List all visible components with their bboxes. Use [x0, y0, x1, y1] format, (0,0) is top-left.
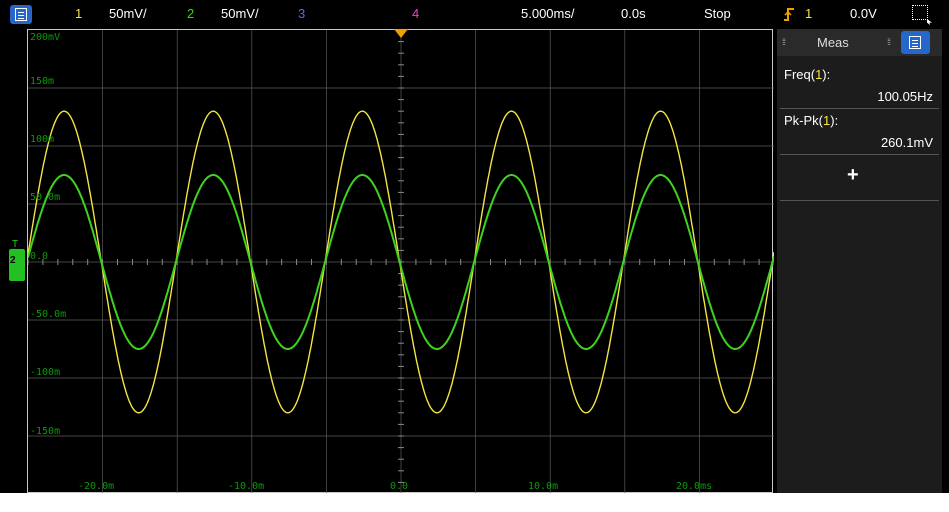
add-measurement-button[interactable]: + — [847, 165, 859, 185]
ch2-indicator[interactable]: 2 — [187, 6, 194, 22]
menu-icon — [909, 36, 921, 49]
meas-freq-label[interactable]: Freq(1): — [784, 67, 830, 82]
meas-freq-value: 100.05Hz — [877, 89, 933, 104]
y-label-50m: 50.0m — [30, 192, 61, 203]
trigger-rising-edge-icon[interactable] — [783, 7, 795, 22]
top-status-bar: 1 50mV/ 2 50mV/ 3 4 5.000ms/ 0.0s Stop 1… — [0, 0, 949, 29]
ch3-indicator[interactable]: 3 — [298, 6, 305, 22]
menu-icon — [15, 8, 27, 21]
x-label-neg20m: -20.0m — [78, 481, 115, 492]
x-label-20ms: 20.0ms — [676, 481, 713, 492]
ch2-ground-marker[interactable]: 2 — [9, 249, 25, 281]
trigger-position-marker[interactable] — [394, 29, 408, 38]
drag-handle-icon[interactable]: ⁞⁞ — [887, 37, 891, 47]
y-label-neg100m: -100m — [30, 367, 61, 378]
ch4-indicator[interactable]: 4 — [412, 6, 419, 22]
y-label-200mv: 200mV — [30, 32, 61, 43]
trigger-source[interactable]: 1 — [805, 6, 812, 22]
divider — [780, 200, 939, 201]
panel-title[interactable]: Meas — [817, 35, 849, 50]
y-label-0: 0.0 — [30, 251, 49, 262]
y-label-150m: 150m — [30, 76, 55, 87]
panel-menu-button[interactable] — [901, 31, 930, 54]
run-state[interactable]: Stop — [704, 6, 731, 22]
x-label-neg10m: -10.0m — [228, 481, 265, 492]
y-label-neg50m: -50.0m — [30, 309, 67, 320]
ch2-scale[interactable]: 50mV/ — [221, 6, 259, 22]
bottom-strip — [0, 493, 949, 512]
meas-pkpk-label[interactable]: Pk-Pk(1): — [784, 113, 838, 128]
region-select-icon[interactable] — [912, 5, 928, 20]
ch1-indicator[interactable]: 1 — [75, 6, 82, 22]
waveform-display[interactable]: 200mV 150m 100m 50.0m 0.0 -50.0m -100m -… — [27, 29, 774, 494]
y-label-100m: 100m — [30, 134, 55, 145]
waveform-graticule — [28, 30, 774, 494]
y-label-neg150m: -150m — [30, 426, 61, 437]
horizontal-time-scale[interactable]: 5.000ms/ — [521, 6, 574, 22]
meas-pkpk-value: 260.1mV — [880, 135, 933, 150]
main-menu-button[interactable] — [10, 5, 32, 24]
horizontal-delay[interactable]: 0.0s — [621, 6, 646, 22]
divider — [780, 108, 939, 109]
trigger-level[interactable]: 0.0V — [850, 6, 877, 22]
x-label-10m: 10.0m — [528, 481, 559, 492]
panel-header: ⁞⁞ Meas ⁞⁞ — [777, 29, 942, 56]
ch1-scale[interactable]: 50mV/ — [109, 6, 147, 22]
drag-handle-icon[interactable]: ⁞⁞ — [782, 37, 786, 47]
ch2-ground-marker-label: 2 — [10, 255, 16, 266]
x-label-0: 0.0 — [390, 481, 409, 492]
measurements-panel: ⁞⁞ Meas ⁞⁞ Freq(1): 100.05Hz Pk-Pk(1): 2… — [777, 29, 942, 493]
divider — [780, 154, 939, 155]
